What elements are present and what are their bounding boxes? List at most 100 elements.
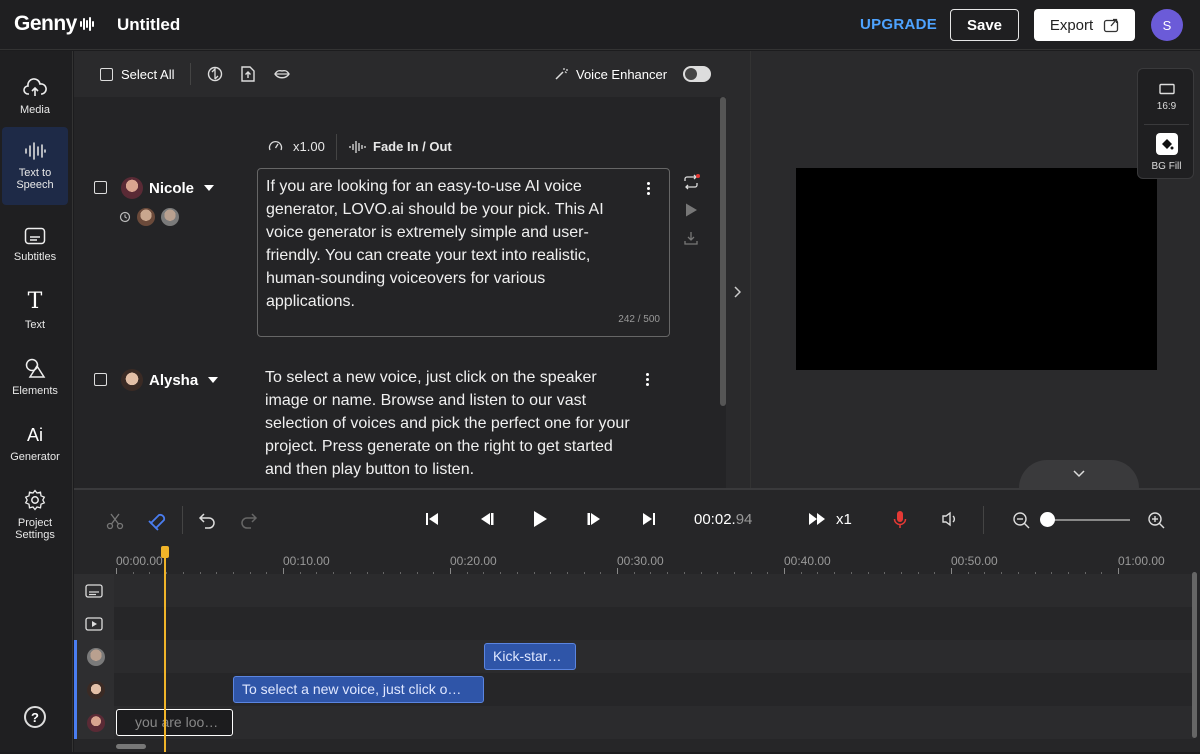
chevron-right-icon[interactable] — [733, 286, 741, 298]
save-button[interactable]: Save — [950, 9, 1019, 41]
timecode-main: 00:02. — [694, 511, 736, 528]
document-title[interactable]: Untitled — [117, 15, 180, 35]
voice-track[interactable]: you are loo… — [74, 706, 1194, 739]
upgrade-link[interactable]: UPGRADE — [860, 16, 937, 33]
nav-label-text-to-speech: Text to Speech — [16, 167, 54, 191]
subtitle-track[interactable] — [74, 574, 1194, 607]
voice-enhancer-toggle[interactable] — [683, 66, 712, 82]
play-icon[interactable] — [532, 510, 548, 528]
select-all[interactable]: Select All — [100, 67, 174, 82]
controls-divider — [983, 506, 984, 534]
scissors-icon[interactable] — [106, 512, 124, 530]
aspect-ratio-button[interactable]: 16:9 — [1138, 83, 1195, 112]
script-textbox[interactable]: To select a new voice, just click on the… — [257, 360, 670, 488]
nav-item-media[interactable]: Media — [2, 59, 68, 135]
fast-forward-icon[interactable] — [808, 512, 826, 526]
nav-item-subtitles[interactable]: Subtitles — [2, 207, 68, 283]
script-textbox-active[interactable]: If you are looking for an easy-to-use AI… — [257, 168, 670, 337]
timeline: 00:02.94 x1 00:00.00 00:10.00 00:20.00 0… — [74, 488, 1200, 752]
timeline-scrollbar-vertical[interactable] — [1192, 572, 1197, 738]
fade-control[interactable]: Fade In / Out — [349, 139, 452, 154]
script-text: If you are looking for an easy-to-use AI… — [266, 178, 604, 310]
voice-track[interactable]: Kick-star… — [74, 640, 1194, 673]
recent-voice-avatar[interactable] — [161, 208, 179, 226]
magnet-icon[interactable] — [147, 511, 167, 531]
zoom-slider-handle[interactable] — [1040, 512, 1055, 527]
track-voice-avatar — [86, 680, 105, 699]
bg-fill-button[interactable]: BG Fill — [1138, 133, 1195, 172]
voice-track[interactable]: To select a new voice, just click o… — [74, 673, 1194, 706]
select-all-checkbox[interactable] — [100, 68, 113, 81]
skip-to-start-icon[interactable] — [424, 511, 440, 527]
block-checkbox[interactable] — [94, 181, 107, 194]
speaker-avatar[interactable] — [121, 369, 143, 391]
more-options-icon[interactable] — [647, 182, 651, 197]
undo-icon[interactable] — [198, 511, 216, 529]
step-forward-icon[interactable] — [585, 511, 603, 527]
voice-clip[interactable]: Kick-star… — [484, 643, 576, 670]
fade-wave-icon — [349, 140, 366, 153]
nav-item-project-settings[interactable]: Project Settings — [2, 477, 68, 553]
export-button[interactable]: Export — [1034, 9, 1135, 41]
skip-to-end-icon[interactable] — [641, 511, 657, 527]
voice-enhancer[interactable]: Voice Enhancer — [554, 66, 712, 82]
zoom-out-icon[interactable] — [1012, 511, 1030, 529]
help-icon[interactable]: ? — [24, 706, 46, 728]
ai-icon: Ai — [26, 425, 43, 445]
playhead-handle[interactable] — [161, 546, 169, 558]
collapse-preview-tab[interactable] — [1019, 460, 1139, 488]
nav-item-elements[interactable]: Elements — [2, 339, 68, 415]
speaker-avatar[interactable] — [121, 177, 143, 199]
block-checkbox[interactable] — [94, 373, 107, 386]
nav-item-generator[interactable]: Ai Generator — [2, 406, 68, 482]
download-icon[interactable] — [683, 230, 699, 246]
timeline-ruler[interactable]: 00:00.00 00:10.00 00:20.00 00:30.00 00:4… — [114, 550, 1200, 576]
aspect-ratio-label: 16:9 — [1156, 101, 1177, 112]
voice-clip[interactable]: To select a new voice, just click o… — [233, 676, 484, 703]
speaker-nicole[interactable]: Nicole — [121, 177, 215, 199]
track-header — [74, 673, 114, 706]
top-bar: Genny Untitled UPGRADE Save Export S — [0, 0, 1200, 50]
microphone-icon[interactable] — [893, 510, 907, 530]
volume-icon[interactable] — [941, 511, 959, 527]
logo[interactable]: Genny — [14, 12, 94, 36]
voice-change-icon[interactable] — [206, 65, 224, 83]
more-options-icon[interactable] — [646, 373, 650, 388]
step-back-icon[interactable] — [478, 511, 496, 527]
clip-label: you are loo… — [135, 714, 219, 730]
playback-speed[interactable]: x1 — [836, 511, 852, 528]
zoom-slider-track[interactable] — [1050, 519, 1130, 521]
video-canvas[interactable] — [796, 168, 1157, 370]
canvas-settings: 16:9 BG Fill — [1137, 68, 1194, 179]
shapes-icon — [25, 358, 46, 378]
user-avatar[interactable]: S — [1151, 9, 1183, 41]
play-icon[interactable] — [683, 202, 699, 218]
voice-clip-selected[interactable]: you are loo… — [116, 709, 233, 736]
zoom-in-icon[interactable] — [1147, 511, 1165, 529]
track-voice-avatar — [86, 713, 105, 732]
nav-item-text[interactable]: T Text — [2, 273, 68, 349]
fade-label: Fade In / Out — [373, 139, 452, 154]
timeline-scrollbar-horizontal[interactable] — [116, 744, 146, 749]
regenerate-icon[interactable] — [682, 174, 700, 190]
speed-control[interactable]: x1.00 — [268, 139, 325, 154]
upload-file-icon[interactable] — [239, 65, 257, 83]
speedometer-icon — [268, 140, 283, 151]
waveform-icon — [25, 142, 46, 160]
history-icon[interactable] — [119, 211, 131, 223]
subtitles-icon — [85, 583, 103, 598]
video-track[interactable] — [74, 607, 1194, 640]
nav-label-subtitles: Subtitles — [13, 251, 57, 263]
settings-divider — [1144, 124, 1189, 125]
ruler-label: 00:30.00 — [617, 554, 664, 568]
chevron-down-icon — [204, 185, 215, 191]
recent-voice-avatar[interactable] — [137, 208, 155, 226]
lips-icon[interactable] — [273, 65, 291, 83]
aspect-ratio-icon — [1158, 83, 1175, 95]
redo-icon[interactable] — [240, 511, 258, 529]
speaker-alysha[interactable]: Alysha — [121, 369, 219, 391]
nav-item-text-to-speech[interactable]: Text to Speech — [2, 127, 68, 205]
char-count: 242 / 500 — [618, 314, 660, 325]
playhead[interactable] — [164, 546, 166, 752]
ruler-label: 00:00.00 — [116, 554, 163, 568]
